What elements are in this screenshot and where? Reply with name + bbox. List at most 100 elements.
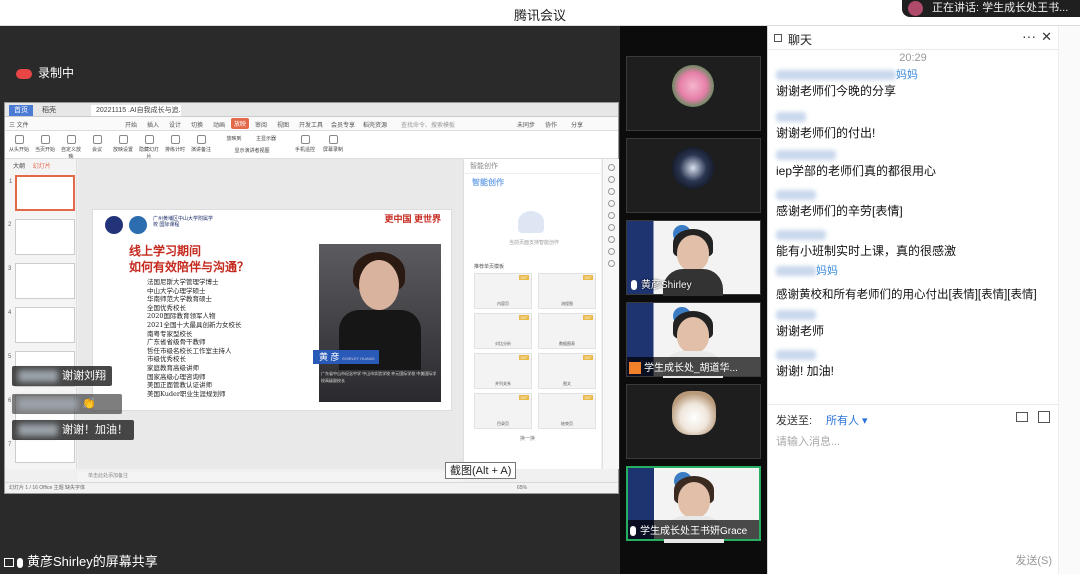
sync-status[interactable]: 未同步 — [517, 120, 535, 129]
template-card[interactable]: VIP 对比分析 — [474, 313, 532, 349]
sender-name: 妈妈 — [776, 68, 1056, 82]
menu-insert[interactable]: 插入 — [147, 120, 159, 129]
menu-review[interactable]: 审阅 — [255, 120, 267, 129]
menu-design[interactable]: 设计 — [169, 120, 181, 129]
chat-input[interactable]: 请输入消息... — [776, 433, 840, 449]
chat-timestamp: 20:29 — [899, 52, 927, 64]
template-card[interactable]: VIP 目录页 — [474, 393, 532, 429]
sender-name — [776, 188, 1056, 202]
template-card[interactable]: VIP 图文 — [538, 353, 596, 389]
chat-message: 能有小班制实时上课，真的很感激 — [776, 228, 1056, 260]
notes-area[interactable]: 单击此处添加备注 — [78, 472, 463, 482]
ribbon-from-current[interactable]: 当页开始 — [33, 135, 57, 153]
custom-show-icon — [66, 135, 76, 144]
tool-icon[interactable] — [607, 188, 615, 195]
participant-tile[interactable] — [626, 138, 761, 213]
thumbnail[interactable]: 3 — [8, 263, 75, 299]
thumbnail[interactable]: 1 — [9, 175, 75, 211]
participant-tile[interactable] — [626, 56, 761, 131]
ribbon-rehearse[interactable]: 排练计时 — [163, 135, 187, 153]
template-card[interactable]: VIP 流程图 — [538, 273, 596, 309]
share-button[interactable]: 分享 — [571, 120, 583, 129]
ribbon-hide-slide[interactable]: 隐藏幻灯片 — [137, 135, 161, 160]
participant-tile[interactable]: 黄彦Shirley — [626, 220, 761, 296]
share-indicator: 黄彦Shirley的屏幕共享 — [0, 550, 200, 574]
menu-home[interactable]: 开始 — [125, 120, 137, 129]
menu-vip[interactable]: 会员专享 — [331, 120, 355, 129]
template-card[interactable]: VIP 数据图表 — [538, 313, 596, 349]
menu-slideshow[interactable]: 放映 — [231, 118, 250, 129]
close-icon[interactable]: ✕ — [1041, 29, 1052, 45]
wps-tab-document[interactable]: 20221115 .AI自我成长与追... — [91, 105, 181, 116]
participant-tile[interactable]: 学生成长处王书妍Grace — [626, 466, 761, 543]
tool-icon[interactable] — [607, 236, 615, 243]
mic-icon — [631, 280, 637, 291]
wps-tab-home[interactable]: 首页 — [9, 105, 33, 116]
tool-icon[interactable] — [607, 176, 615, 183]
ribbon-show-to[interactable]: 放映到 — [219, 135, 249, 142]
collab-button[interactable]: 协作 — [545, 120, 557, 129]
tool-icon[interactable] — [607, 224, 615, 231]
tool-icon[interactable] — [607, 200, 615, 207]
tab-outline[interactable]: 大纲 — [13, 164, 25, 170]
send-to-label: 发送至: — [776, 415, 813, 427]
more-icon[interactable]: ··· — [1022, 28, 1036, 44]
template-card[interactable]: VIP 结束页 — [538, 393, 596, 429]
cat-avatar — [672, 391, 716, 435]
ribbon-show-settings[interactable]: 放映设置 — [111, 135, 135, 153]
tool-icon[interactable] — [607, 260, 615, 267]
sender-name — [776, 148, 1056, 162]
send-to-select[interactable]: 所有人 ▾ — [826, 412, 868, 428]
tab-slides[interactable]: 幻灯片 — [33, 164, 51, 170]
screenshot-icon[interactable] — [1038, 411, 1050, 423]
wps-tab-docer[interactable]: 稻壳 — [37, 105, 61, 116]
send-button[interactable]: 发送(S) — [1015, 552, 1052, 568]
speaker-name: 黄 彦 SHIRLEY HUANG — [313, 350, 379, 364]
speaking-text: 正在讲话: 学生成长处王书... — [932, 2, 1069, 14]
chat-scrollbar[interactable] — [1058, 26, 1080, 574]
tool-icon[interactable] — [607, 164, 615, 171]
message-text: iep学部的老师们真的都很用心 — [776, 164, 937, 178]
thumbnail[interactable]: 2 — [8, 219, 75, 255]
menu-transition[interactable]: 切换 — [191, 120, 203, 129]
recording-indicator[interactable]: 录制中 — [16, 64, 74, 81]
sender-name — [776, 272, 1056, 286]
ribbon-screen-record[interactable]: 屏幕录制 — [321, 135, 345, 153]
message-text: 感谢老师们的辛劳[表情] — [776, 204, 903, 218]
ribbon-presenter-view[interactable]: 显示演讲者视图 — [227, 147, 277, 154]
participant-tile[interactable]: 学生成长处_胡道华... — [626, 302, 761, 378]
menu-animation[interactable]: 动画 — [213, 120, 225, 129]
participant-tile[interactable] — [626, 384, 761, 459]
thumbnail[interactable]: 7 — [8, 439, 75, 463]
ribbon-custom-show[interactable]: 自定义放映 — [59, 135, 83, 160]
tool-icon[interactable] — [607, 212, 615, 219]
refresh-link[interactable]: 换一换 — [520, 435, 535, 442]
speaker-avatar — [908, 1, 923, 16]
message-text: 谢谢! 加油! — [776, 364, 835, 378]
screenshot-tooltip: 截图(Alt + A) — [445, 462, 517, 479]
menu-devtools[interactable]: 开发工具 — [299, 120, 323, 129]
ribbon-main-monitor[interactable]: 主显示器 — [249, 135, 283, 142]
ribbon-meeting[interactable]: 会议 — [85, 135, 109, 153]
zoom-level[interactable]: 65% — [517, 483, 527, 493]
chat-icon — [774, 34, 782, 42]
command-search[interactable]: 查找命令、搜索模板 — [401, 120, 455, 129]
template-card[interactable]: VIP 并列关系 — [474, 353, 532, 389]
template-card[interactable]: VIP 内容页 — [474, 273, 532, 309]
ribbon-notes[interactable]: 演讲备注 — [189, 135, 213, 153]
ribbon-from-start[interactable]: 从头开始 — [7, 135, 31, 153]
danmu-message: 谢谢刘翔 — [12, 366, 112, 386]
anime-avatar — [672, 147, 714, 189]
school-logo — [105, 216, 123, 234]
menu-docer[interactable]: 稻壳资源 — [363, 120, 387, 129]
sender-name — [776, 308, 1056, 322]
tool-icon[interactable] — [607, 248, 615, 255]
current-slide[interactable]: 广州黄埔区中山大学附属学校 国际课程 更中国 更世界 线上学习期间 如何有效陪伴… — [92, 209, 452, 411]
chat-message: 谢谢! 加油! — [776, 348, 1056, 380]
menu-view[interactable]: 视图 — [277, 120, 289, 129]
folder-icon[interactable] — [1016, 412, 1028, 422]
menu-file[interactable]: 三 文件 — [9, 120, 29, 129]
speaker-photo-bio: 广东省中山市纪念中学 中山市实验学校 仲元国际学校 中美国际学校高级副校长 — [321, 371, 437, 383]
ribbon-phone-remote[interactable]: 手机遥控 — [293, 135, 317, 153]
thumbnail[interactable]: 4 — [8, 307, 75, 343]
